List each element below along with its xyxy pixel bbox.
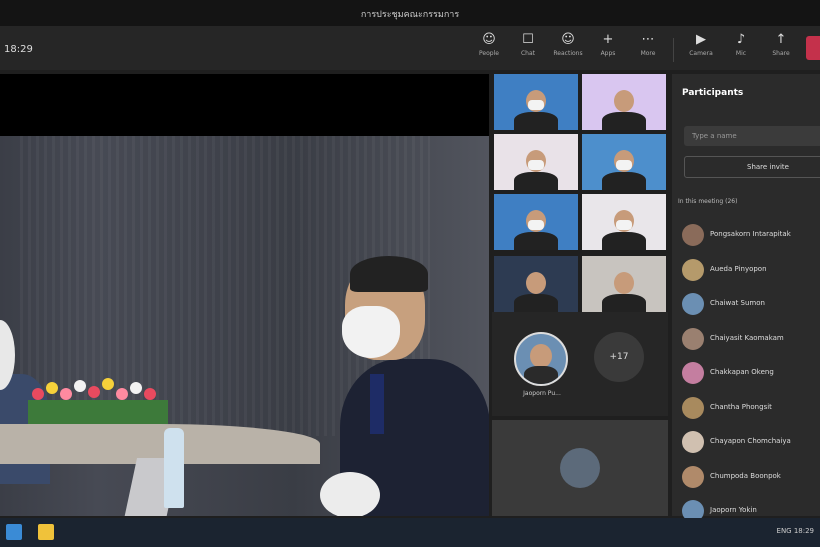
start-icon[interactable]	[6, 524, 22, 540]
white-helmet	[320, 472, 380, 516]
share-invite-button[interactable]: Share invite	[684, 156, 820, 178]
flower-arrangement	[28, 378, 168, 424]
participant-item[interactable]: Chaiyasit Kaomakam	[682, 324, 820, 359]
avatar	[682, 258, 704, 281]
more-button[interactable]: ⋯ More	[631, 32, 665, 66]
leave-button[interactable]	[806, 36, 820, 60]
reactions-icon: ☺	[561, 32, 575, 47]
participant-item[interactable]: Aueda Pinyopon	[682, 255, 820, 290]
face-mask	[342, 306, 400, 358]
avatar	[682, 224, 704, 246]
title-bar: การประชุมคณะกรรมการ	[0, 0, 820, 26]
avatar	[682, 431, 704, 453]
participant-list: Pongsakorn Intarapitak Aueda Pinyopon Ch…	[682, 220, 820, 531]
participant-item[interactable]: Chaiwat Sumon	[682, 289, 820, 324]
meeting-timer: 18:29	[4, 44, 33, 55]
share-button[interactable]: ↑ Share	[764, 32, 798, 66]
window-title: การประชุมคณะกรรมการ	[360, 10, 460, 20]
overflow-participants: Jaoporn Pu... +17	[492, 312, 668, 416]
apps-button[interactable]: + Apps	[591, 32, 625, 66]
panel-title: Participants	[682, 88, 744, 98]
video-tile[interactable]	[582, 194, 666, 250]
participants-panel: Participants Type a name Share invite In…	[672, 74, 820, 522]
video-tile[interactable]	[494, 74, 578, 130]
chat-icon: ☐	[522, 32, 534, 47]
self-avatar	[560, 448, 600, 488]
apps-icon: +	[602, 32, 614, 47]
avatar	[682, 362, 704, 384]
file-explorer-icon[interactable]	[38, 524, 54, 540]
chat-button[interactable]: ☐ Chat	[511, 32, 545, 66]
toolbar-divider	[673, 38, 674, 62]
participant-item[interactable]: Chakkapan Okeng	[682, 358, 820, 393]
people-button[interactable]: ☺ People	[472, 32, 506, 66]
meeting-toolbar: 18:29 ☺ People ☐ Chat ☺ Reactions + Apps…	[0, 26, 820, 70]
video-tile[interactable]	[494, 134, 578, 190]
participant-item[interactable]: Pongsakorn Intarapitak	[682, 220, 820, 255]
avatar	[682, 396, 704, 419]
video-tile[interactable]	[494, 256, 578, 312]
system-tray: ENG 18:29	[776, 527, 814, 535]
participant-item[interactable]: Chayapon Chomchaiya	[682, 427, 820, 462]
participant-item[interactable]: Chantha Phongsit	[682, 393, 820, 428]
in-meeting-section[interactable]: In this meeting (26)	[678, 198, 737, 205]
mic-button[interactable]: ♪ Mic	[724, 32, 758, 66]
avatar	[682, 465, 704, 488]
avatar	[682, 327, 704, 350]
share-icon: ↑	[775, 32, 787, 47]
video-tile[interactable]	[582, 74, 666, 130]
more-participants-button[interactable]: +17	[594, 332, 644, 382]
water-bottle	[164, 428, 184, 508]
video-grid	[492, 74, 668, 312]
reactions-button[interactable]: ☺ Reactions	[551, 32, 585, 66]
participant-search-input[interactable]: Type a name	[684, 126, 820, 146]
avatar[interactable]	[514, 332, 568, 386]
camera-button[interactable]: ▶ Camera	[684, 32, 718, 66]
people-icon: ☺	[482, 32, 496, 47]
participant-item[interactable]: Chumpoda Boonpok	[682, 462, 820, 497]
taskbar: ENG 18:29	[0, 518, 820, 547]
camera-icon: ▶	[696, 32, 706, 47]
more-icon: ⋯	[641, 32, 655, 47]
video-tile[interactable]	[582, 134, 666, 190]
main-video-feed[interactable]	[0, 74, 489, 516]
avatar	[682, 293, 704, 315]
self-view[interactable]	[492, 420, 668, 516]
mic-icon: ♪	[736, 32, 746, 47]
video-tile[interactable]	[582, 256, 666, 312]
avatar-name: Jaoporn Pu...	[523, 390, 561, 397]
video-tile[interactable]	[494, 194, 578, 250]
